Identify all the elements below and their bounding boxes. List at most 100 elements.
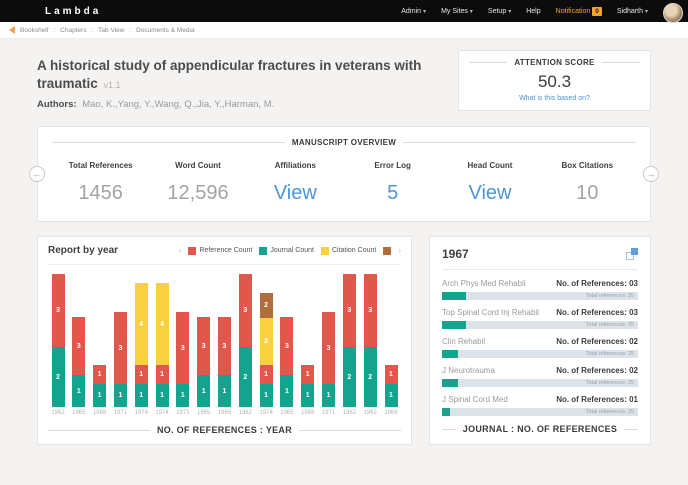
journal-row: Clin RehabilNo. of References: 02Total r… bbox=[442, 337, 638, 358]
report-header: Report by year ‹Reference CountJournal C… bbox=[48, 245, 401, 256]
nav-item-label: Help bbox=[526, 8, 540, 15]
nav-item-admin[interactable]: Admin▾ bbox=[401, 8, 426, 15]
legend-swatch bbox=[321, 247, 329, 255]
legend-item-reference-count[interactable]: Reference Count bbox=[188, 247, 252, 255]
bar-segment: 1 bbox=[156, 384, 169, 407]
reference-progress-track: Total references: 25 bbox=[442, 350, 638, 358]
bar-1968-3[interactable]: 11 bbox=[91, 267, 109, 407]
stacked-bar: 11 bbox=[385, 365, 398, 407]
reference-progress-track: Total references: 25 bbox=[442, 321, 638, 329]
bar-1971-14[interactable]: 31 bbox=[320, 267, 338, 407]
authors-label: Authors: bbox=[37, 99, 77, 110]
breadcrumb-separator: :: bbox=[53, 27, 57, 34]
duplicate-window-icon[interactable] bbox=[626, 248, 638, 260]
bar-segment: 1 bbox=[135, 384, 148, 407]
bar-1965-2[interactable]: 31 bbox=[70, 267, 88, 407]
metric-value: 1456 bbox=[52, 182, 149, 205]
overview-next-arrow-icon[interactable]: → bbox=[643, 166, 659, 182]
x-axis-label: 1962 bbox=[49, 410, 67, 416]
x-axis-label: 1962 bbox=[340, 410, 358, 416]
nav-item-setup[interactable]: Setup▾ bbox=[488, 8, 511, 15]
legend-prev-icon[interactable]: ‹ bbox=[179, 246, 182, 255]
attention-heading-label: ATTENTION SCORE bbox=[514, 58, 594, 67]
stacked-bar: 411 bbox=[135, 283, 148, 407]
attention-score-value: 50.3 bbox=[469, 72, 640, 92]
x-axis-label: 1974 bbox=[257, 410, 275, 416]
journal-header: 1967 bbox=[442, 247, 638, 261]
reference-progress-fill bbox=[442, 321, 466, 329]
legend-next-icon[interactable]: › bbox=[398, 246, 401, 255]
bar-1962-1[interactable]: 32 bbox=[49, 267, 67, 407]
manuscript-overview-card: MANUSCRIPT OVERVIEW Total References1456… bbox=[37, 126, 651, 222]
legend-label: Journal Count bbox=[270, 247, 314, 254]
bar-1962-15[interactable]: 32 bbox=[340, 267, 358, 407]
bar-segment: 1 bbox=[280, 375, 293, 407]
bar-segment: 3 bbox=[280, 317, 293, 375]
breadcrumb: Bookshelf::Chapters::Tab View::Documents… bbox=[20, 27, 195, 34]
total-references-label: Total references: 25 bbox=[586, 292, 634, 300]
chart-legend: ‹ Reference Count Journal Count Citation Co… bbox=[179, 246, 401, 255]
journal-ref-count: No. of References: 01 bbox=[556, 395, 638, 404]
breadcrumb-item-chapters[interactable]: Chapters bbox=[60, 27, 86, 34]
nav-item-label: Sidharth bbox=[617, 8, 643, 15]
bar-segment: 1 bbox=[93, 384, 106, 407]
bar-segment: 1 bbox=[260, 384, 273, 407]
overview-prev-arrow-icon[interactable]: ← bbox=[29, 166, 45, 182]
nav-item-my-sites[interactable]: My Sites▾ bbox=[441, 8, 473, 15]
journal-row: Arch Phys Med RehabilNo. of References: … bbox=[442, 279, 638, 300]
metric-box-citations: Box Citations10 bbox=[539, 161, 636, 205]
breadcrumb-bar: Bookshelf::Chapters::Tab View::Documents… bbox=[0, 22, 688, 39]
metric-value: 12,596 bbox=[149, 182, 246, 205]
stacked-bar: 32 bbox=[52, 274, 65, 407]
nav-item-sidharth[interactable]: Sidharth▾ bbox=[617, 8, 648, 15]
divider-line bbox=[469, 62, 507, 63]
nav-item-notification[interactable]: Notification0 bbox=[556, 7, 602, 16]
bar-1965-8[interactable]: 31 bbox=[195, 267, 213, 407]
bar-1974-5[interactable]: 411 bbox=[132, 267, 150, 407]
nav-item-label: Admin bbox=[401, 8, 421, 15]
journal-year: 1967 bbox=[442, 247, 469, 261]
metric-value[interactable]: 5 bbox=[344, 182, 441, 205]
bar-segment: 4 bbox=[156, 283, 169, 365]
user-avatar[interactable] bbox=[663, 3, 683, 23]
attention-info-link[interactable]: What is this based on? bbox=[469, 95, 640, 102]
bar-1968-17[interactable]: 11 bbox=[382, 267, 400, 407]
stacked-bar: 31 bbox=[218, 317, 231, 407]
legend-item-journal-count[interactable]: Journal Count bbox=[259, 247, 314, 255]
breadcrumb-item-documents-media[interactable]: Documents & Media bbox=[136, 27, 195, 34]
bar-1974-11[interactable]: 2211 bbox=[257, 267, 275, 407]
breadcrumb-item-tab-view[interactable]: Tab View bbox=[98, 27, 124, 34]
bar-1971-7[interactable]: 31 bbox=[174, 267, 192, 407]
bar-1962-10[interactable]: 32 bbox=[236, 267, 254, 407]
chart-caption-label: NO. OF REFERENCES : YEAR bbox=[157, 425, 292, 435]
metric-value[interactable]: View bbox=[441, 182, 538, 205]
top-nav: Admin▾My Sites▾Setup▾HelpNotification0Si… bbox=[401, 7, 648, 16]
bar-1962-16[interactable]: 32 bbox=[361, 267, 379, 407]
bar-1965-9[interactable]: 31 bbox=[216, 267, 234, 407]
nav-item-help[interactable]: Help bbox=[526, 8, 540, 15]
bar-segment: 2 bbox=[260, 293, 273, 318]
bar-1965-12[interactable]: 31 bbox=[278, 267, 296, 407]
chevron-down-icon: ▾ bbox=[645, 8, 648, 15]
legend-item-citation-count[interactable]: Citation Count bbox=[321, 247, 376, 255]
metric-value[interactable]: View bbox=[247, 182, 344, 205]
bar-1974-6[interactable]: 411 bbox=[153, 267, 171, 407]
bar-1968-13[interactable]: 11 bbox=[299, 267, 317, 407]
main-content: A historical study of appendicular fract… bbox=[0, 39, 688, 445]
legend-label: Reference Count bbox=[199, 247, 252, 254]
bar-segment: 1 bbox=[218, 375, 231, 407]
legend-swatch bbox=[188, 247, 196, 255]
stacked-bar: 31 bbox=[72, 317, 85, 407]
bar-segment: 2 bbox=[364, 347, 377, 407]
reference-progress-fill bbox=[442, 379, 458, 387]
metric-label: Box Citations bbox=[539, 161, 636, 170]
chart-caption: NO. OF REFERENCES : YEAR bbox=[48, 425, 401, 435]
legend-item-truncated[interactable] bbox=[383, 247, 391, 255]
breadcrumb-item-bookshelf[interactable]: Bookshelf bbox=[20, 27, 49, 34]
journal-ref-count: No. of References: 03 bbox=[556, 279, 638, 288]
back-icon[interactable] bbox=[9, 26, 15, 34]
x-axis-label: 1965 bbox=[195, 410, 213, 416]
bar-1971-4[interactable]: 31 bbox=[111, 267, 129, 407]
stacked-bar: 31 bbox=[322, 312, 335, 407]
x-axis-label: 1968 bbox=[382, 410, 400, 416]
